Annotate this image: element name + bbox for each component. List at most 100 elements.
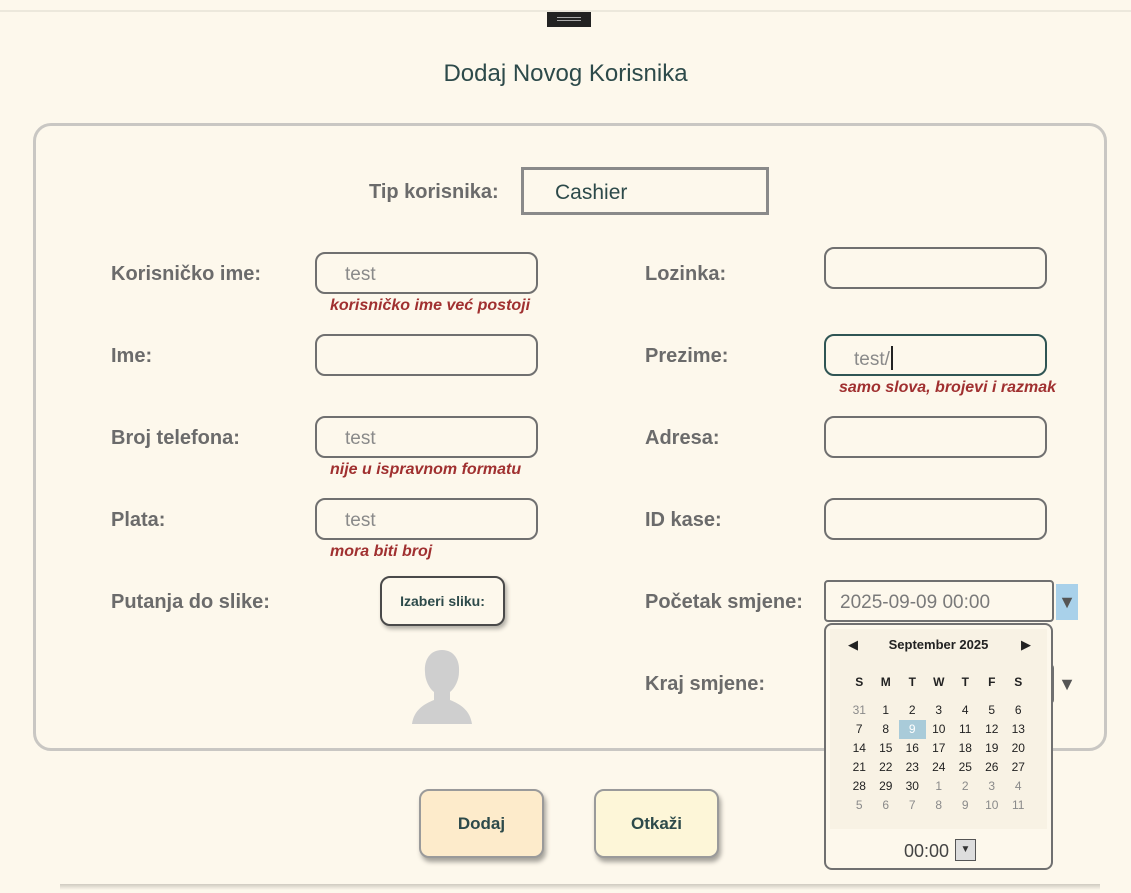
calendar-week: 14 15 16 17 18 19 20 <box>846 739 1032 758</box>
calendar-day[interactable]: 3 <box>979 777 1006 796</box>
calendar-day[interactable]: 13 <box>1005 720 1032 739</box>
last-name-error: samo slova, brojevi i razmak <box>839 379 1056 396</box>
salary-label: Plata: <box>111 509 166 531</box>
calendar-day[interactable]: 24 <box>926 758 953 777</box>
calendar-day[interactable]: 25 <box>952 758 979 777</box>
calendar-day[interactable]: 22 <box>873 758 900 777</box>
calendar-day[interactable]: 6 <box>873 796 900 815</box>
calendar-day[interactable]: 12 <box>979 720 1006 739</box>
calendar-time[interactable]: 00:00 <box>904 841 949 862</box>
avatar-placeholder-icon <box>412 650 472 724</box>
next-month-icon[interactable]: ▶ <box>1021 637 1031 653</box>
phone-input[interactable]: test <box>315 416 538 458</box>
last-name-input[interactable]: test/ <box>824 334 1047 376</box>
text-cursor <box>890 346 893 370</box>
calendar-day[interactable]: 30 <box>899 777 926 796</box>
calendar-day[interactable]: 10 <box>979 796 1006 815</box>
calendar-day[interactable]: 28 <box>846 777 873 796</box>
calendar-day[interactable]: 11 <box>952 720 979 739</box>
calendar-day[interactable]: 2 <box>952 777 979 796</box>
cancel-button[interactable]: Otkaži <box>594 789 719 858</box>
shift-end-label: Kraj smjene: <box>645 673 766 695</box>
username-label: Korisničko ime: <box>111 263 262 285</box>
add-button[interactable]: Dodaj <box>419 789 544 858</box>
weekday-label: S <box>1014 675 1023 689</box>
shift-start-dropdown-icon[interactable]: ▼ <box>1056 584 1078 620</box>
password-label: Lozinka: <box>645 263 727 285</box>
calendar-day[interactable]: 6 <box>1005 701 1032 720</box>
phone-error: nije u ispravnom formatu <box>330 461 522 478</box>
weekday-label: W <box>933 675 945 689</box>
calendar-week: 5 6 7 8 9 10 11 <box>846 796 1032 815</box>
calendar-week: 31 1 2 3 4 5 6 <box>846 701 1032 720</box>
calendar-day[interactable]: 1 <box>926 777 953 796</box>
calendar-day[interactable]: 16 <box>899 739 926 758</box>
last-name-label: Prezime: <box>645 345 729 367</box>
calendar-day[interactable]: 7 <box>899 796 926 815</box>
weekday-header: SMTWTFS <box>846 673 1032 692</box>
dialog-title: Dodaj Novog Korisnika <box>443 60 688 87</box>
calendar-day[interactable]: 1 <box>873 701 900 720</box>
calendar-month: September 2025 <box>888 637 989 652</box>
weekday-label: T <box>908 675 916 689</box>
user-type-select[interactable]: Cashier <box>521 167 769 215</box>
choose-image-button[interactable]: Izaberi sliku: <box>380 576 505 626</box>
calendar-day[interactable]: 18 <box>952 739 979 758</box>
password-input[interactable] <box>824 247 1047 289</box>
calendar-day[interactable]: 31 <box>846 701 873 720</box>
register-id-input[interactable] <box>824 498 1047 540</box>
calendar-week: 7 8 9 10 11 12 13 <box>846 720 1032 739</box>
calendar-day[interactable]: 3 <box>926 701 953 720</box>
calendar-day[interactable]: 26 <box>979 758 1006 777</box>
calendar-day[interactable]: 27 <box>1005 758 1032 777</box>
salary-error: mora biti broj <box>330 543 433 560</box>
calendar-day[interactable]: 4 <box>1005 777 1032 796</box>
calendar-day[interactable]: 9 <box>899 720 926 739</box>
calendar-day[interactable]: 7 <box>846 720 873 739</box>
username-input[interactable]: test <box>315 252 538 294</box>
calendar-day[interactable]: 14 <box>846 739 873 758</box>
calendar-day[interactable]: 4 <box>952 701 979 720</box>
calendar-popup: ◀ September 2025 ▶ SMTWTFS 31 1 2 3 4 5 6 7 8 9 10… <box>824 623 1053 870</box>
calendar-day[interactable]: 8 <box>926 796 953 815</box>
calendar-day[interactable]: 2 <box>899 701 926 720</box>
shift-end-dropdown-icon[interactable]: ▼ <box>1056 666 1078 702</box>
calendar-day[interactable]: 5 <box>846 796 873 815</box>
first-name-input[interactable] <box>315 334 538 376</box>
calendar-body: ◀ September 2025 ▶ SMTWTFS 31 1 2 3 4 5 6 7 8 9 10… <box>830 629 1047 829</box>
calendar-day[interactable]: 10 <box>926 720 953 739</box>
address-label: Adresa: <box>645 427 720 449</box>
calendar-grid: 31 1 2 3 4 5 6 7 8 9 10 11 12 13 14 15 16 17 18 19 20 21 22 23 2… <box>846 701 1032 815</box>
last-name-value: test/ <box>854 349 890 370</box>
image-path-label: Putanja do slike: <box>111 591 270 613</box>
salary-input[interactable]: test <box>315 498 538 540</box>
shift-start-label: Početak smjene: <box>645 591 803 613</box>
calendar-day[interactable]: 11 <box>1005 796 1032 815</box>
calendar-day[interactable]: 20 <box>1005 739 1032 758</box>
calendar-week: 21 22 23 24 25 26 27 <box>846 758 1032 777</box>
calendar-day[interactable]: 15 <box>873 739 900 758</box>
calendar-day[interactable]: 5 <box>979 701 1006 720</box>
calendar-day[interactable]: 8 <box>873 720 900 739</box>
window-bottom-shadow <box>60 884 1100 890</box>
calendar-day[interactable]: 19 <box>979 739 1006 758</box>
first-name-label: Ime: <box>111 345 153 367</box>
time-dropdown-icon[interactable]: ▼ <box>955 839 976 861</box>
weekday-label: F <box>988 675 996 689</box>
calendar-day[interactable]: 21 <box>846 758 873 777</box>
address-input[interactable] <box>824 416 1047 458</box>
shift-start-input[interactable]: 2025-09-09 00:00 <box>824 580 1054 622</box>
weekday-label: M <box>880 675 891 689</box>
calendar-day[interactable]: 17 <box>926 739 953 758</box>
calendar-day[interactable]: 29 <box>873 777 900 796</box>
calendar-day[interactable]: 9 <box>952 796 979 815</box>
phone-label: Broj telefona: <box>111 427 240 449</box>
calendar-day[interactable]: 23 <box>899 758 926 777</box>
username-error: korisničko ime već postoji <box>330 297 531 314</box>
drag-handle[interactable] <box>547 12 591 27</box>
user-type-label: Tip korisnika: <box>369 181 499 203</box>
weekday-label: S <box>855 675 864 689</box>
calendar-week: 28 29 30 1 2 3 4 <box>846 777 1032 796</box>
weekday-label: T <box>961 675 969 689</box>
register-id-label: ID kase: <box>645 509 722 531</box>
